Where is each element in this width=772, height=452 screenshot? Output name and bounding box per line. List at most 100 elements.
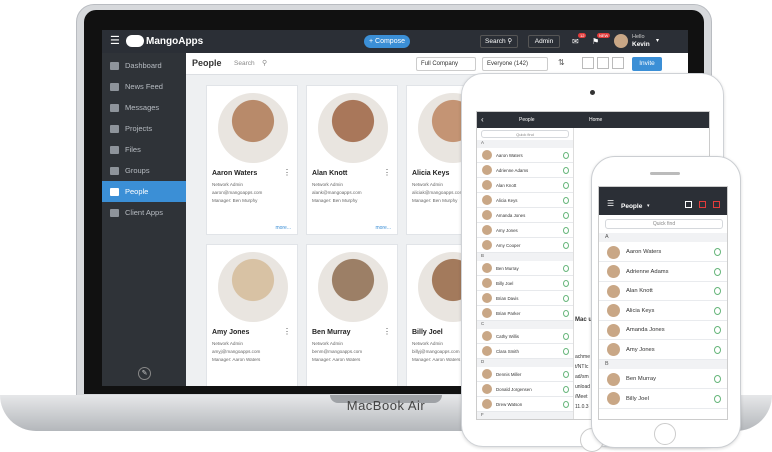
chat-icon[interactable]: ✉ xyxy=(572,37,579,46)
tablet-person-name: Dennis Miller xyxy=(496,371,522,377)
badge-icon xyxy=(563,370,569,378)
tablet-list-item[interactable]: Aaron Waters xyxy=(477,148,573,163)
phone-list-item[interactable]: Amanda Jones xyxy=(599,321,727,340)
user-avatar[interactable] xyxy=(614,34,628,48)
export-icon[interactable] xyxy=(612,57,624,69)
phone-chevron-icon[interactable]: ▾ xyxy=(647,203,650,209)
grid-view-icon[interactable] xyxy=(582,57,594,69)
person-card[interactable]: Ben Murray Network Admin benm@mangoapps.co… xyxy=(306,244,398,386)
phone-alert-icon[interactable] xyxy=(699,201,706,208)
person-card[interactable]: Aaron Waters Network Admin aaron@mangoapps… xyxy=(206,85,298,235)
badge-icon xyxy=(563,279,569,287)
sidebar-item-people[interactable]: People xyxy=(102,181,186,202)
person-email[interactable]: aliciak@mangoapps.com xyxy=(412,190,463,195)
person-card[interactable]: Alan Knott Network Admin alank@mangoapps.c… xyxy=(306,85,398,235)
admin-button[interactable]: Admin xyxy=(528,35,560,48)
phone-list-item[interactable]: Ben Murray xyxy=(599,370,727,389)
tablet-section-header: C xyxy=(477,321,573,329)
card-menu-icon[interactable]: ⋮ xyxy=(383,328,391,336)
sidebar-item-projects[interactable]: Projects xyxy=(102,118,186,139)
tablet-list-item[interactable]: Ben Murray xyxy=(477,261,573,276)
tablet-list-item[interactable]: Cathy Willis xyxy=(477,329,573,344)
person-card[interactable]: Amy Jones Network Admin amyj@mangoapps.com… xyxy=(206,244,298,386)
search-button[interactable]: Search ⚲ xyxy=(480,35,518,48)
tablet-list-item[interactable]: Dennis Miller xyxy=(477,367,573,382)
person-email[interactable]: billyj@mangoapps.com xyxy=(412,349,460,354)
tablet-side-text: Mac u xyxy=(575,317,593,323)
sort-icon[interactable]: ⇅ xyxy=(558,58,565,67)
person-name[interactable]: Alicia Keys xyxy=(412,170,449,177)
back-icon[interactable]: ‹ xyxy=(481,115,484,124)
tablet-list-item[interactable]: Alicia Keys xyxy=(477,193,573,208)
sidebar-item-client-apps[interactable]: Client Apps xyxy=(102,202,186,223)
tablet-avatar xyxy=(482,225,492,235)
tablet-list-item[interactable]: Amy Jones xyxy=(477,223,573,238)
badge-icon xyxy=(563,400,569,408)
person-email[interactable]: benm@mangoapps.com xyxy=(312,349,362,354)
tablet-quick-find[interactable]: Quick find xyxy=(481,130,569,138)
card-menu-icon[interactable]: ⋮ xyxy=(383,169,391,177)
phone-menu-icon[interactable]: ☰ xyxy=(607,200,614,208)
tablet-list-item[interactable]: Brian Parker xyxy=(477,306,573,321)
more-link[interactable]: more... xyxy=(375,225,391,231)
search-input[interactable]: Search xyxy=(234,60,255,67)
phone-home-button[interactable] xyxy=(654,423,676,445)
tablet-list-item[interactable]: Clara Smith xyxy=(477,344,573,359)
compose-button[interactable]: + Compose xyxy=(364,35,410,48)
tablet-list-item[interactable]: Adrienne Adams xyxy=(477,163,573,178)
person-email[interactable]: amyj@mangoapps.com xyxy=(212,349,260,354)
phone-list-item[interactable]: Adrienne Adams xyxy=(599,263,727,282)
tablet-avatar xyxy=(482,195,492,205)
person-name[interactable]: Aaron Waters xyxy=(212,170,257,177)
list-view-icon[interactable] xyxy=(597,57,609,69)
sidebar-item-files[interactable]: Files xyxy=(102,139,186,160)
person-name[interactable]: Ben Murray xyxy=(312,329,351,336)
tablet-avatar xyxy=(482,180,492,190)
tablet-list-item[interactable]: Drew Watson xyxy=(477,397,573,412)
sidebar-item-label: Messages xyxy=(125,103,160,112)
card-menu-icon[interactable]: ⋮ xyxy=(283,169,291,177)
tablet-list-item[interactable]: Donald Jorgensen xyxy=(477,382,573,397)
edit-icon[interactable]: ✎ xyxy=(138,367,151,380)
tablet-person-name: Cathy Willis xyxy=(496,333,519,339)
invite-button[interactable]: Invite xyxy=(632,57,662,71)
tablet-list-item[interactable]: Amanda Jones xyxy=(477,208,573,223)
person-email[interactable]: alank@mangoapps.com xyxy=(312,190,362,195)
person-name[interactable]: Alan Knott xyxy=(312,170,347,177)
menu-icon[interactable]: ☰ xyxy=(110,36,120,47)
person-manager: Manager: Aaron Waters xyxy=(412,357,461,362)
sidebar-item-label: Dashboard xyxy=(125,61,162,70)
phone-list-item[interactable]: Aaron Waters xyxy=(599,243,727,262)
person-name[interactable]: Amy Jones xyxy=(212,329,249,336)
tablet-right-header: Home xyxy=(573,112,709,128)
more-link[interactable]: more... xyxy=(275,225,291,231)
phone-chat-icon[interactable] xyxy=(685,201,692,208)
tablet-avatar xyxy=(482,384,492,394)
sidebar-item-news-feed[interactable]: News Feed xyxy=(102,76,186,97)
company-filter[interactable]: Full Company xyxy=(416,57,476,71)
phone-person-name: Aaron Waters xyxy=(626,249,662,255)
person-name[interactable]: Billy Joel xyxy=(412,329,443,336)
phone-new-icon[interactable] xyxy=(713,201,720,208)
phone-list-item[interactable]: Alan Knott xyxy=(599,282,727,301)
tablet-list-item[interactable]: Billy Joel xyxy=(477,276,573,291)
phone-list-item[interactable]: Alicia Keys xyxy=(599,302,727,321)
badge-icon xyxy=(563,196,569,204)
phone-list-item[interactable]: Amy Jones xyxy=(599,341,727,360)
sidebar-item-messages[interactable]: Messages xyxy=(102,97,186,118)
phone-list-item[interactable]: Billy Joel xyxy=(599,390,727,409)
sidebar-item-dashboard[interactable]: Dashboard xyxy=(102,55,186,76)
person-role: Network Admin xyxy=(212,182,243,187)
alert-icon[interactable]: ⚑ xyxy=(592,37,599,46)
phone-quick-find[interactable]: Quick find xyxy=(605,219,723,229)
person-email[interactable]: aaron@mangoapps.com xyxy=(212,190,262,195)
person-role: Network Admin xyxy=(312,341,343,346)
tablet-list-item[interactable]: Alan Knott xyxy=(477,178,573,193)
everyone-filter[interactable]: Everyone (142) xyxy=(482,57,548,71)
card-menu-icon[interactable]: ⋮ xyxy=(283,328,291,336)
sidebar-item-groups[interactable]: Groups xyxy=(102,160,186,181)
chevron-down-icon[interactable]: ▾ xyxy=(656,37,659,44)
tablet-list-item[interactable]: Amy Cooper xyxy=(477,238,573,253)
tablet-list-item[interactable]: Brian Davis xyxy=(477,291,573,306)
badge-icon xyxy=(714,345,721,354)
